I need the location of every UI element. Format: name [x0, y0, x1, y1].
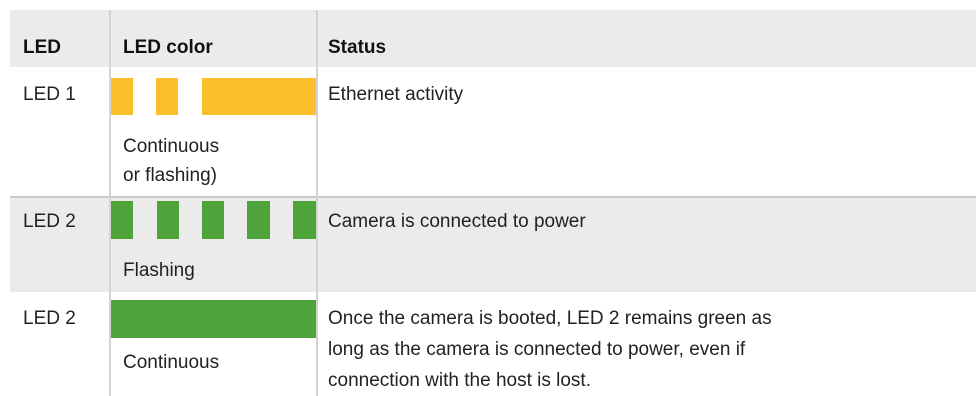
- column-divider: [316, 10, 318, 396]
- led-indicator-segment: [202, 78, 316, 115]
- color-note-line: Continuous: [123, 136, 220, 157]
- header-led-color: LED color: [123, 37, 213, 58]
- row-led-label: LED 2: [23, 211, 76, 232]
- row-led-label: LED 1: [23, 84, 76, 105]
- led-indicator-segment: [202, 201, 224, 239]
- led-indicator-segment: [247, 201, 270, 239]
- table-row: LED 2 Flashing Camera is connected to po…: [10, 198, 976, 292]
- led-indicator-segment: [157, 201, 179, 239]
- status-text-line: connection with the host is lost.: [328, 370, 591, 391]
- color-note-line: Continuous: [123, 352, 220, 373]
- status-text: Camera is connected to power: [328, 211, 586, 232]
- led-indicator-segment: [111, 78, 133, 115]
- status-text-line: Once the camera is booted, LED 2 remains…: [328, 308, 772, 329]
- table-header: LED LED color Status: [10, 10, 976, 67]
- header-led: LED: [23, 37, 61, 58]
- column-divider: [109, 10, 111, 396]
- status-text-line: long as the camera is connected to power…: [328, 339, 746, 360]
- status-text: Ethernet activity: [328, 84, 464, 105]
- header-status: Status: [328, 37, 387, 58]
- table-row: LED 1 Continuous or flashing) Ethernet a…: [10, 67, 976, 196]
- led-indicator-segment: [156, 78, 178, 115]
- led-status-table: LED LED color Status LED 1 Continuous or…: [10, 10, 976, 396]
- row-led-label: LED 2: [23, 308, 76, 329]
- table-row: LED 2 Continuous Once the camera is boot…: [10, 292, 976, 396]
- led-indicator-continuous: [111, 300, 316, 338]
- led-indicator-segment: [111, 201, 133, 239]
- color-note-line: or flashing): [123, 165, 217, 186]
- led-indicator-segment: [293, 201, 316, 239]
- color-note-line: Flashing: [123, 260, 195, 281]
